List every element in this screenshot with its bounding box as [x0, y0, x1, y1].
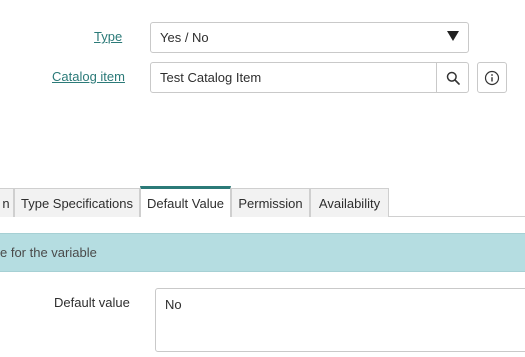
tab-default-value-label: Default Value: [146, 195, 225, 211]
chevron-down-icon: [447, 31, 459, 41]
type-select[interactable]: Yes / No: [150, 22, 469, 53]
section-banner: e for the variable: [0, 233, 525, 272]
tab-availability-label: Availability: [318, 195, 381, 211]
default-value-label: Default value: [54, 295, 130, 310]
section-banner-text: e for the variable: [0, 245, 97, 260]
catalog-item-info-button[interactable]: [477, 62, 507, 93]
catalog-item-label[interactable]: Catalog item: [52, 69, 125, 84]
type-label[interactable]: Type: [94, 29, 122, 44]
info-icon: [484, 70, 500, 85]
tab-type-specifications[interactable]: Type Specifications: [14, 188, 140, 217]
default-value-text: No: [165, 297, 182, 312]
search-icon: [446, 71, 460, 85]
tab-type-specifications-label: Type Specifications: [20, 195, 133, 211]
catalog-item-input[interactable]: Test Catalog Item: [150, 62, 438, 93]
catalog-item-value: Test Catalog Item: [160, 70, 262, 85]
catalog-item-search-button[interactable]: [436, 62, 469, 93]
tab-permission[interactable]: Permission: [231, 188, 310, 217]
default-value-textarea[interactable]: No: [155, 288, 525, 352]
tab-availability[interactable]: Availability: [310, 188, 389, 217]
tab-partial[interactable]: n: [0, 188, 14, 217]
tab-partial-label: n: [2, 195, 10, 211]
type-select-value: Yes / No: [160, 30, 209, 45]
tab-default-value[interactable]: Default Value: [140, 186, 231, 217]
tab-permission-label: Permission: [238, 195, 303, 211]
